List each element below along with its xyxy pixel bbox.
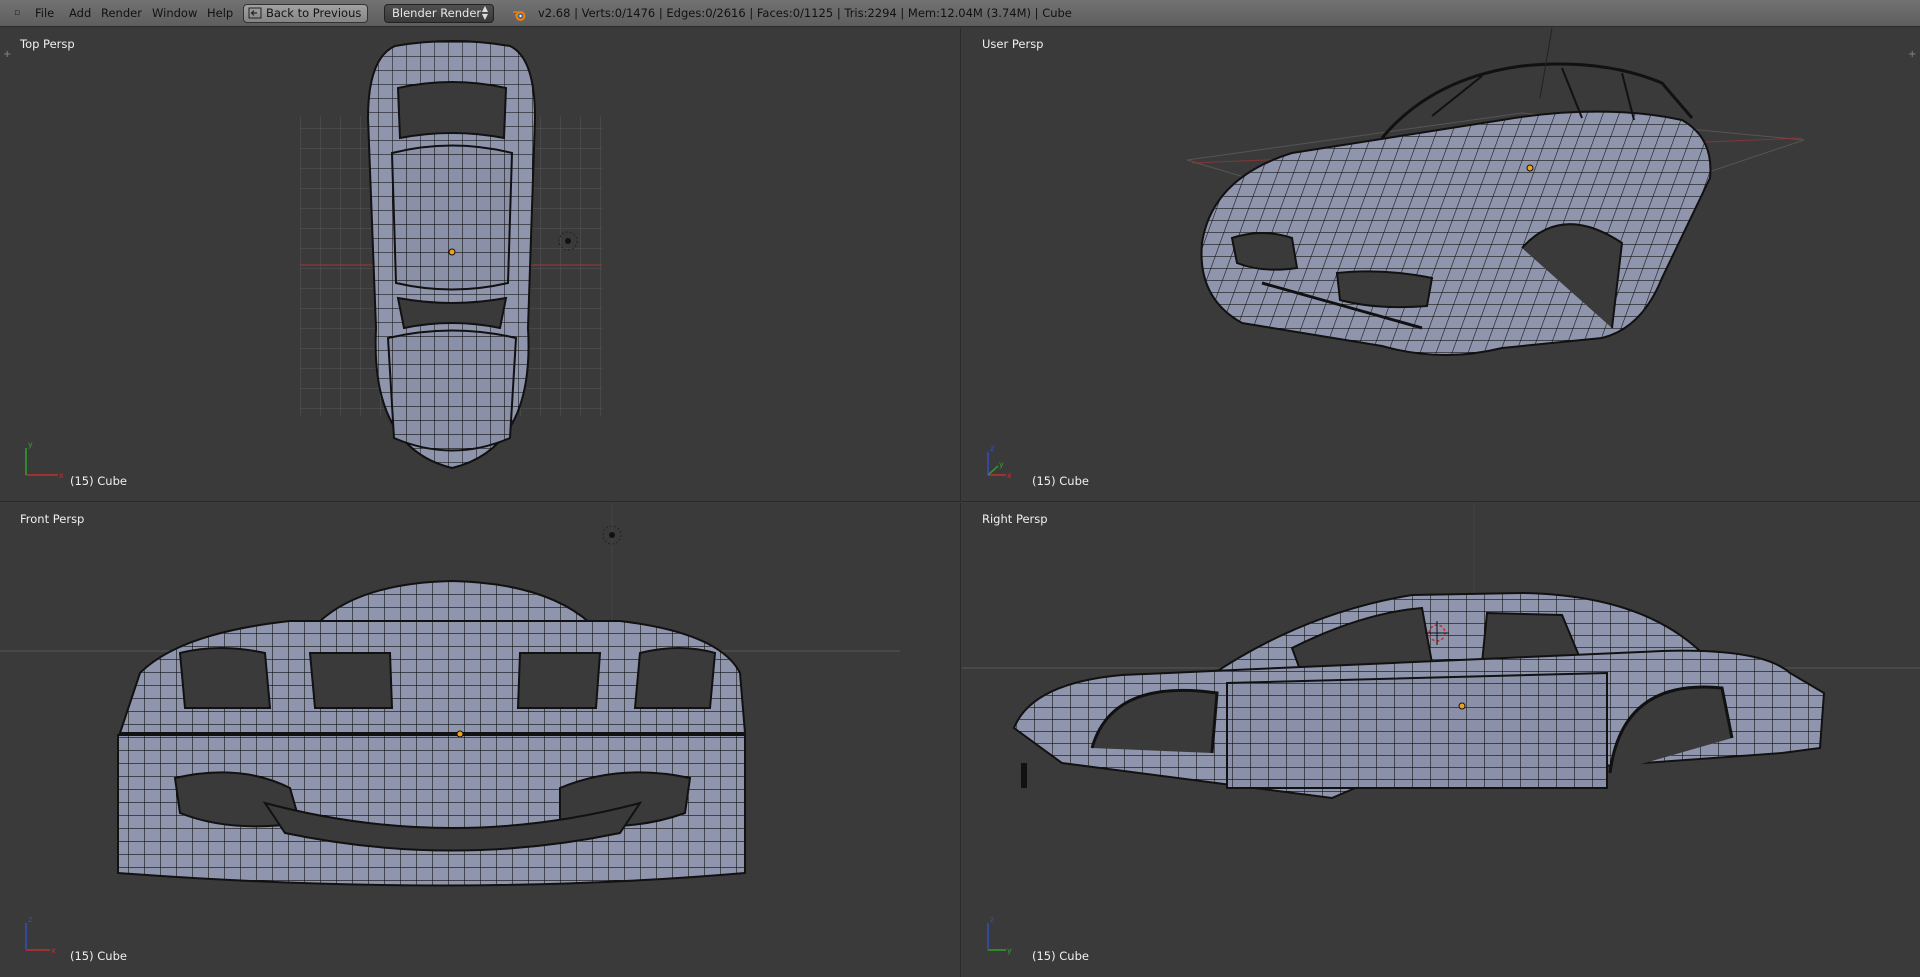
viewport-right-persp[interactable]: Right Persp y z (15) Cube xyxy=(962,503,1920,977)
viewport-user-persp[interactable]: User Persp x y z (15) Cube + xyxy=(962,28,1920,502)
axis-gizmo: x z xyxy=(25,915,56,955)
axis-gizmo: x y z xyxy=(987,444,1012,480)
svg-text:z: z xyxy=(990,915,994,924)
svg-text:y: y xyxy=(1007,946,1012,955)
region-toggle-icon[interactable]: + xyxy=(1908,50,1916,60)
car-mesh-right-view[interactable] xyxy=(962,503,1920,977)
object-origin xyxy=(1458,702,1466,710)
svg-text:y: y xyxy=(28,440,33,449)
region-toggle-icon[interactable]: + xyxy=(3,50,11,60)
editor-type-button[interactable]: ▫ xyxy=(10,7,24,19)
menu-add[interactable]: Add xyxy=(69,0,91,27)
render-engine-select[interactable]: Blender Render ▲ ▼ xyxy=(384,4,494,23)
svg-text:x: x xyxy=(59,471,63,480)
active-object-label: (15) Cube xyxy=(1032,474,1089,488)
viewport-top-persp[interactable]: Top Persp x y (15) Cube + xyxy=(0,28,961,502)
svg-text:x: x xyxy=(1007,471,1012,480)
menu-help[interactable]: Help xyxy=(207,0,233,27)
viewport-label: Top Persp xyxy=(20,37,75,51)
active-object-label: (15) Cube xyxy=(1032,949,1089,963)
object-origin xyxy=(448,248,456,256)
menu-render[interactable]: Render xyxy=(101,0,142,27)
viewport-label: User Persp xyxy=(982,37,1044,51)
object-origin xyxy=(456,730,464,738)
blender-logo-icon xyxy=(512,6,527,21)
object-origin xyxy=(1526,164,1534,172)
svg-text:z: z xyxy=(28,915,32,924)
axis-gizmo: y z xyxy=(987,915,1012,955)
back-to-previous-label: Back to Previous xyxy=(266,6,362,20)
render-engine-label: Blender Render xyxy=(392,6,482,20)
scene-statistics: v2.68 | Verts:0/1476 | Edges:0/2616 | Fa… xyxy=(538,6,1072,20)
svg-text:y: y xyxy=(999,460,1004,469)
info-header: ▫ File Add Render Window Help Back to Pr… xyxy=(0,0,1920,27)
back-icon xyxy=(248,7,262,19)
select-arrows-icon: ▲ ▼ xyxy=(481,4,488,21)
axis-gizmo: x y xyxy=(25,440,63,480)
viewport-label: Front Persp xyxy=(20,512,85,526)
car-mesh-front-view[interactable] xyxy=(0,503,961,977)
viewport-front-persp[interactable]: Front Persp x z (15) Cube xyxy=(0,503,961,977)
svg-text:x: x xyxy=(51,946,56,955)
active-object-label: (15) Cube xyxy=(70,474,127,488)
menu-window[interactable]: Window xyxy=(152,0,197,27)
car-mesh-user-view[interactable] xyxy=(962,28,1920,502)
menu-file[interactable]: File xyxy=(35,0,54,27)
viewport-label: Right Persp xyxy=(982,512,1048,526)
svg-text:z: z xyxy=(990,444,994,453)
active-object-label: (15) Cube xyxy=(70,949,127,963)
car-mesh-top-view[interactable] xyxy=(0,28,961,502)
back-to-previous-button[interactable]: Back to Previous xyxy=(243,4,369,23)
